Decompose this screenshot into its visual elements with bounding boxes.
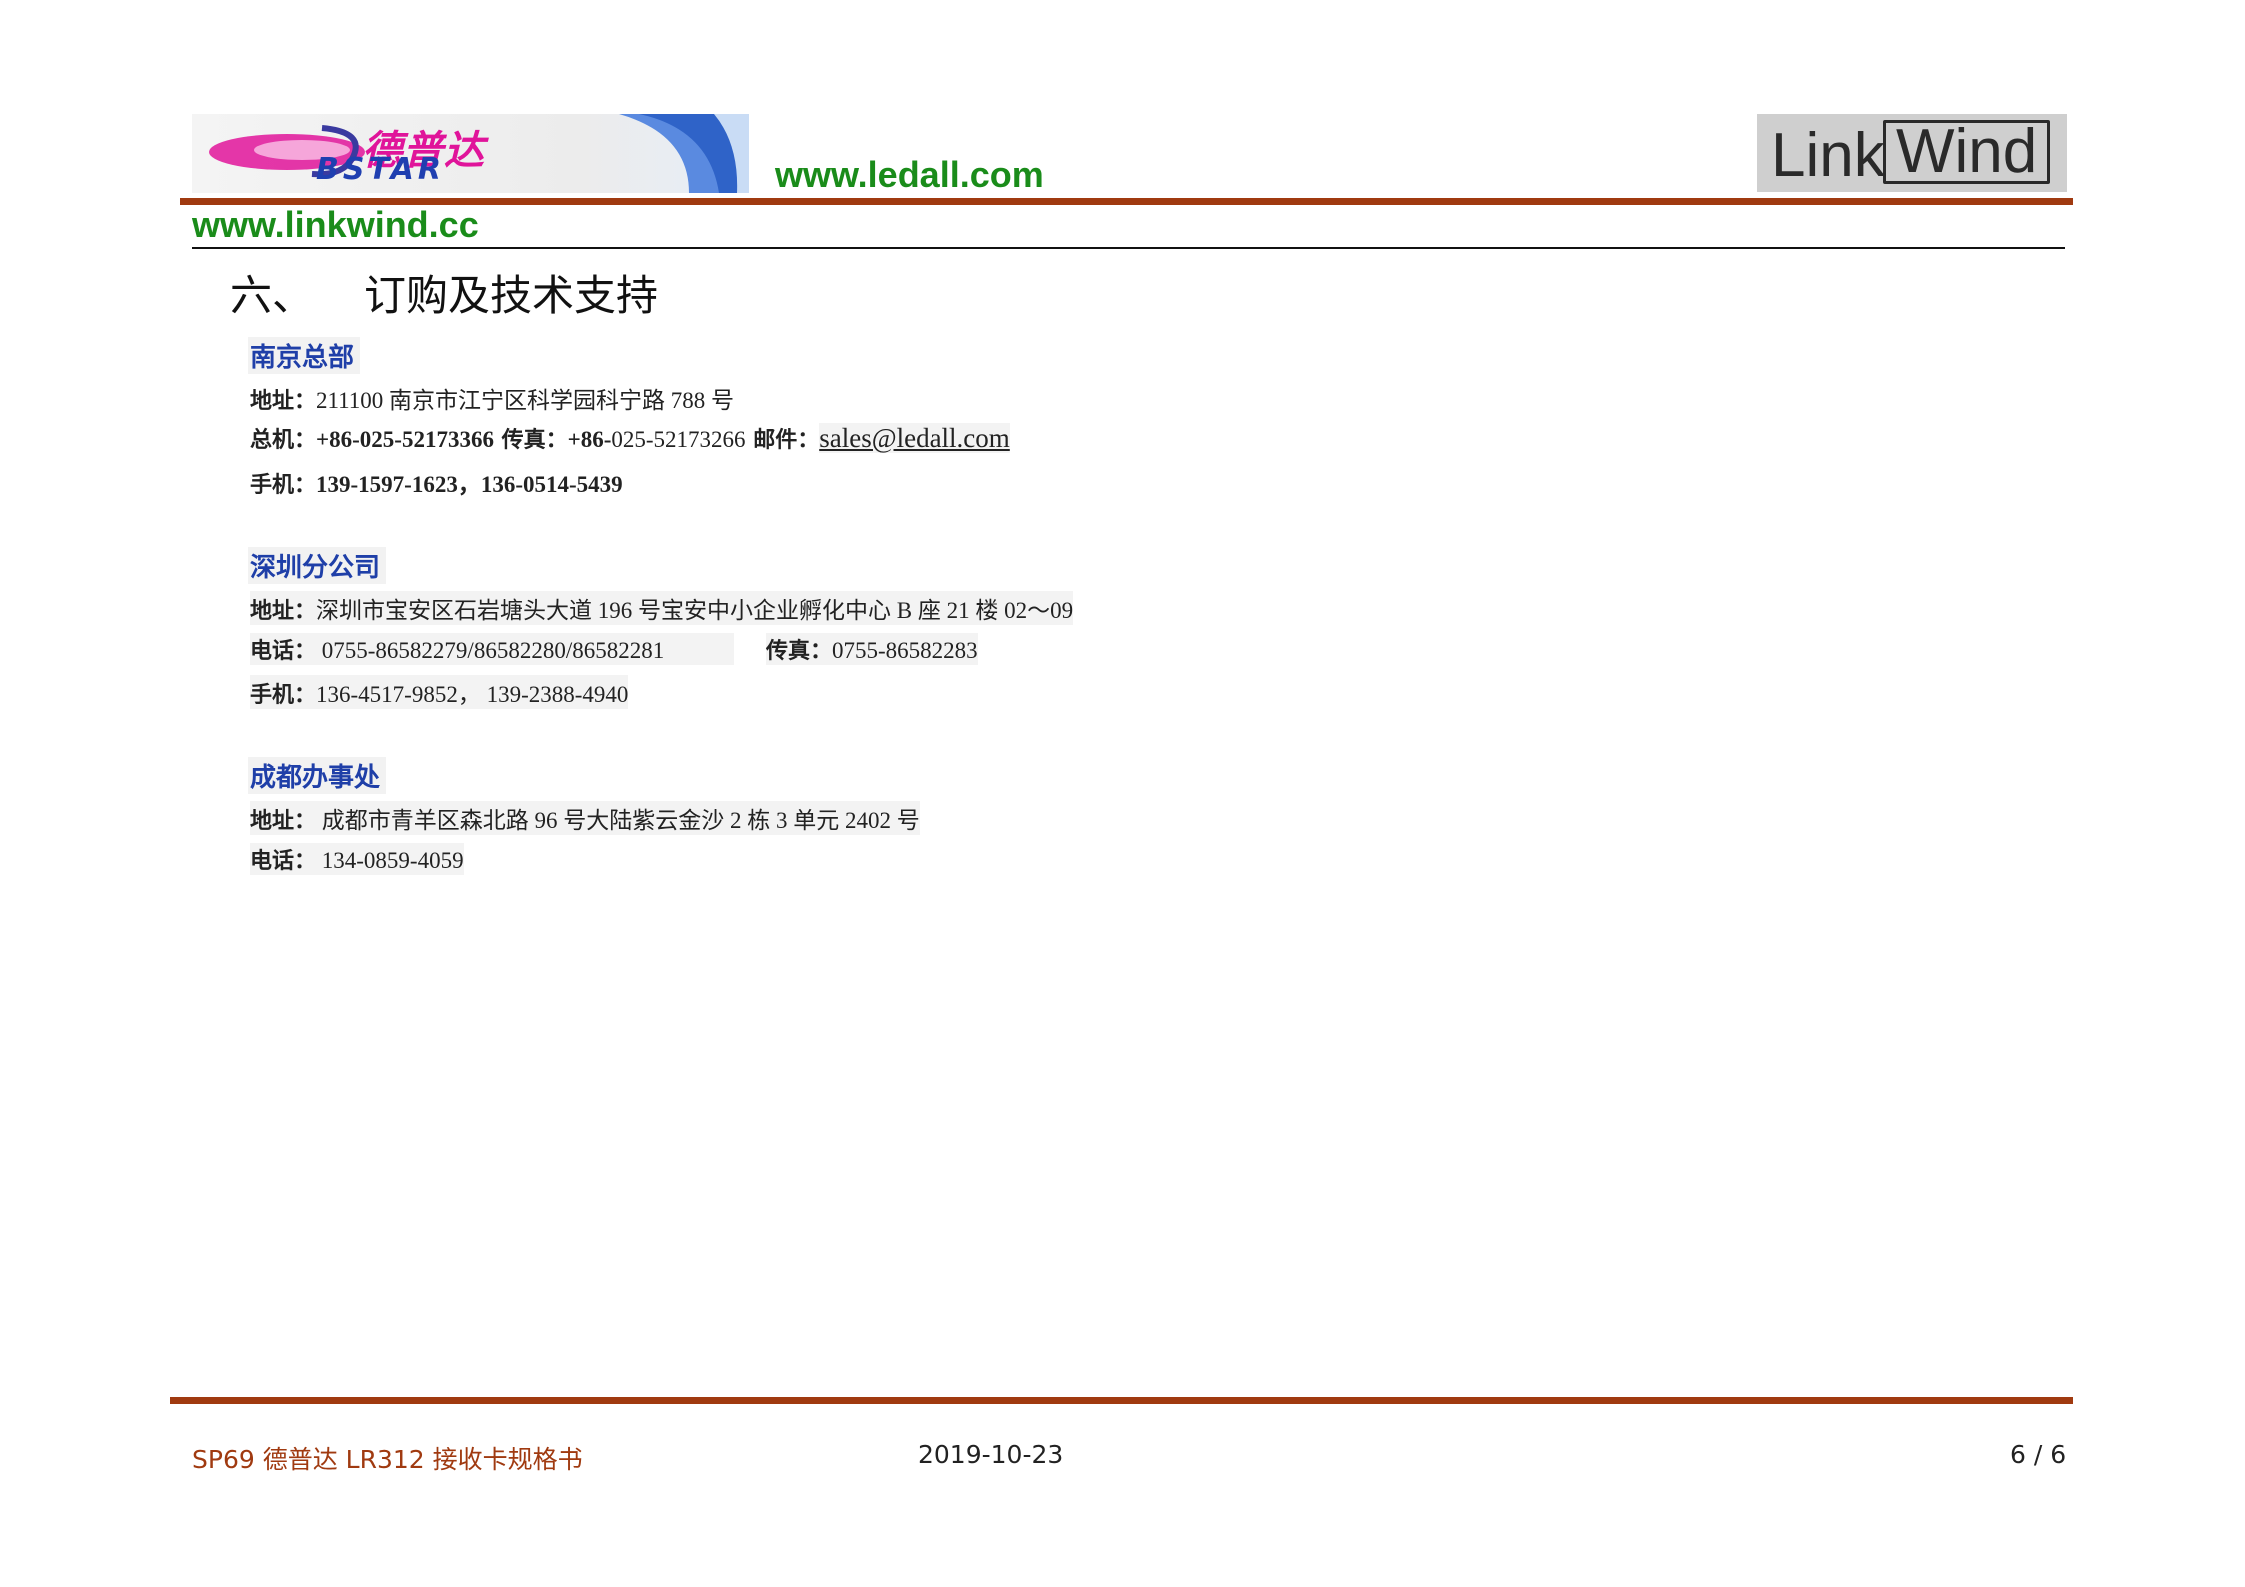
fax-prefix: +86- xyxy=(567,427,612,452)
bstar-logo: 德普达 BSTAR xyxy=(192,114,749,193)
tel-value: 134-0859-4059 xyxy=(316,848,464,873)
fax-label: 传真： xyxy=(766,639,833,664)
address-value: 211100 南京市江宁区科学园科宁路 788 号 xyxy=(316,388,735,413)
office-heading-shenzhen: 深圳分公司 xyxy=(248,547,387,584)
doc-name-part1: 德普达 xyxy=(254,1445,346,1474)
footer-doc-title: SP69 德普达 LR312 接收卡规格书 xyxy=(192,1440,583,1476)
blue-fan-icon xyxy=(619,114,749,193)
shenzhen-address: 地址：深圳市宝安区石岩塘头大道 196 号宝安中小企业孵化中心 B 座 21 楼… xyxy=(250,591,1074,625)
doc-code: SP69 xyxy=(192,1445,255,1474)
chengdu-address: 地址： 成都市青羊区森北路 96 号大陆紫云金沙 2 栋 3 单元 2402 号 xyxy=(250,801,920,835)
nanjing-address: 地址：211100 南京市江宁区科学园科宁路 788 号 xyxy=(250,381,734,415)
footer-date: 2019-10-23 xyxy=(918,1440,1064,1469)
doc-model: LR312 xyxy=(345,1445,425,1474)
address-value: 成都市青羊区森北路 96 号大陆紫云金沙 2 栋 3 单元 2402 号 xyxy=(316,808,920,833)
fax-value: 025-52173266 xyxy=(611,427,746,452)
mobile-label: 手机： xyxy=(250,473,317,498)
phone-label: 总机： xyxy=(250,428,317,453)
mobile-label: 手机： xyxy=(250,683,317,708)
bstar-logo-en: BSTAR xyxy=(316,152,445,187)
url-ledall[interactable]: www.ledall.com xyxy=(775,154,1044,196)
nanjing-mobile: 手机：139-1597-1623，136-0514-5439 xyxy=(250,465,623,499)
footer-rule xyxy=(170,1397,2073,1404)
address-label: 地址： xyxy=(250,389,317,414)
section-title: 六、 订购及技术支持 xyxy=(230,262,658,323)
email-label: 邮件： xyxy=(745,428,820,453)
shenzhen-mobile: 手机：136-4517-9852， 139-2388-4940 xyxy=(250,675,629,709)
chengdu-phone: 电话： 134-0859-4059 xyxy=(250,843,464,875)
linkwind-logo: Link Wind xyxy=(1757,114,2067,192)
fax-value: 0755-86582283 xyxy=(832,638,978,663)
phone-value: +86-025-52173366 xyxy=(316,427,494,452)
tel-value: 0755-86582279/86582280/86582281 xyxy=(316,638,665,663)
footer-page-number: 6 / 6 xyxy=(2010,1440,2067,1469)
office-heading-chengdu: 成都办事处 xyxy=(248,757,387,794)
address-label: 地址： xyxy=(250,599,317,624)
section-number: 六、 xyxy=(230,271,315,320)
section-title-text: 订购及技术支持 xyxy=(364,271,659,320)
tel-label: 电话： xyxy=(250,849,317,874)
email-link[interactable]: sales@ledall.com xyxy=(819,423,1010,453)
fax-label: 传真： xyxy=(493,428,568,453)
linkwind-logo-wind: Wind xyxy=(1883,120,2051,184)
nanjing-contact: 总机：+86-025-52173366 传真：+86-025-52173266 … xyxy=(250,422,1010,454)
office-heading-nanjing: 南京总部 xyxy=(248,337,361,374)
url-linkwind[interactable]: www.linkwind.cc xyxy=(192,204,479,246)
tel-label: 电话： xyxy=(250,639,317,664)
header-rule-thin xyxy=(192,247,2065,249)
shenzhen-fax: 传真：0755-86582283 xyxy=(766,633,978,665)
shenzhen-phone: 电话： 0755-86582279/86582280/86582281 xyxy=(250,633,735,665)
mobile-value: 139-1597-1623，136-0514-5439 xyxy=(316,472,623,497)
doc-name-part2: 接收卡规格书 xyxy=(424,1445,583,1474)
address-value: 深圳市宝安区石岩塘头大道 196 号宝安中小企业孵化中心 B 座 21 楼 02… xyxy=(316,598,1074,623)
mobile-value: 136-4517-9852， 139-2388-4940 xyxy=(316,682,629,707)
address-label: 地址： xyxy=(250,809,317,834)
linkwind-logo-link: Link xyxy=(1771,121,1885,190)
